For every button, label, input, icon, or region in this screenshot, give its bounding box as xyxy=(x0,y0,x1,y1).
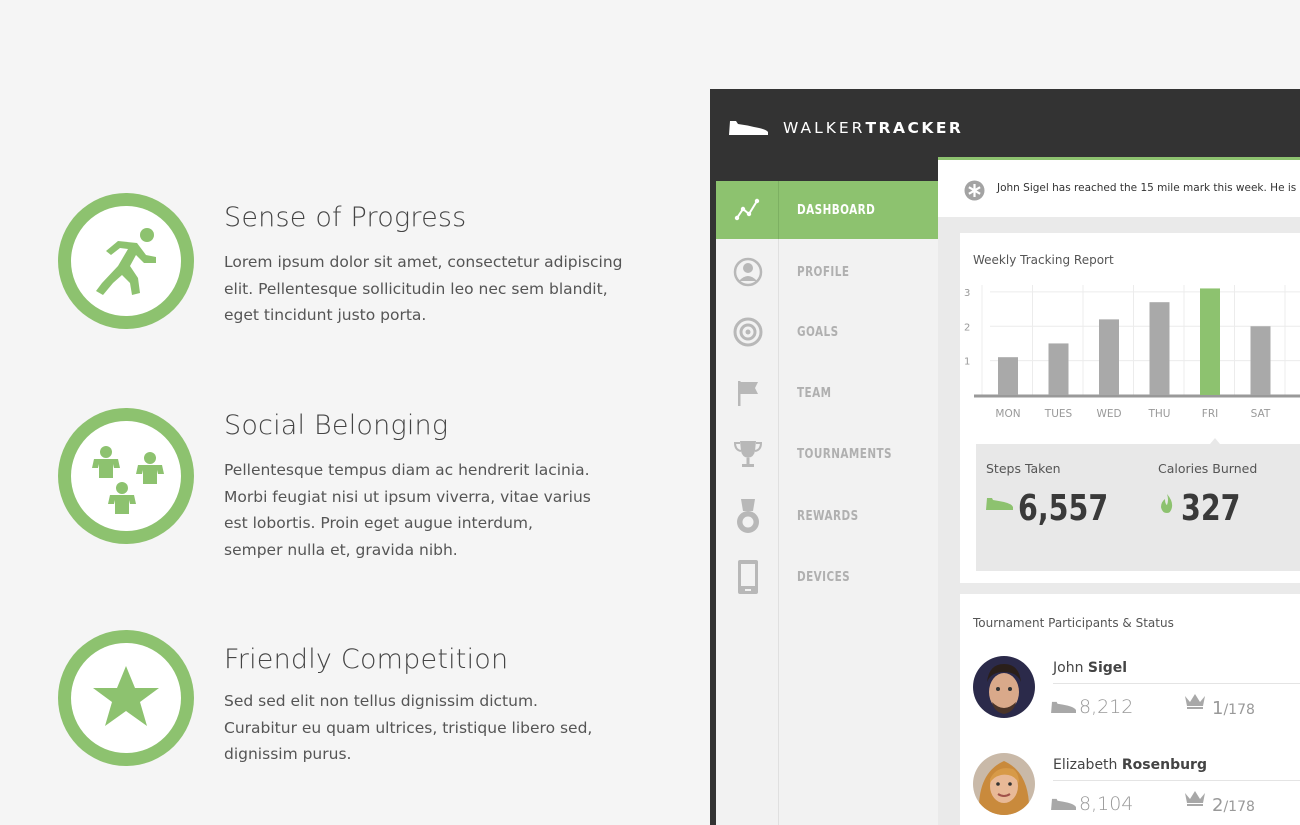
shoe-icon xyxy=(1051,701,1076,713)
bar-fri xyxy=(1200,288,1220,395)
sidebar: DASHBOARD PROFILE GOALS TEAM TOURNAMENTS… xyxy=(716,181,938,825)
nav-label: PROFILE xyxy=(797,264,850,280)
bar-sat xyxy=(1250,326,1271,395)
notification-bar[interactable]: John Sigel has reached the 15 mile mark … xyxy=(938,157,1300,217)
shoe-icon xyxy=(986,498,1013,510)
calories-label: Calories Burned xyxy=(1158,461,1258,476)
stats-panel: Steps Taken 6,557 Calories Burned 327 xyxy=(976,444,1300,571)
calories-value: 327 xyxy=(1181,488,1241,529)
y-tick-label: 1 xyxy=(964,357,970,368)
notification-text: John Sigel has reached the 15 mile mark … xyxy=(997,182,1300,194)
y-tick-label: 2 xyxy=(964,322,970,333)
nav-tournaments[interactable]: TOURNAMENTS xyxy=(716,425,938,483)
bar-thu xyxy=(1149,302,1170,395)
feature-social: Social Belonging Pellentesque tempus dia… xyxy=(58,408,658,559)
phone-icon xyxy=(737,560,758,594)
weekly-report-card: Weekly Tracking Report 1 2 3 MON TUES WED THU F… xyxy=(960,233,1300,583)
runner-icon xyxy=(96,228,156,295)
feature-competition: Friendly Competition Sed sed elit non te… xyxy=(58,630,658,770)
nav-label: REWARDS xyxy=(797,508,859,524)
nav-rewards[interactable]: REWARDS xyxy=(716,487,938,545)
feature-progress: Sense of Progress Lorem ipsum dolor sit … xyxy=(58,193,658,333)
x-tick-label: MON xyxy=(995,408,1020,420)
nav-devices[interactable]: DEVICES xyxy=(716,548,938,606)
main-content: John Sigel has reached the 15 mile mark … xyxy=(938,157,1300,825)
feature-description: Sed sed elit non tellus dignissim dictum… xyxy=(224,692,593,763)
nav-label: TEAM xyxy=(797,385,832,401)
star-icon xyxy=(93,666,159,726)
x-tick-label: WED xyxy=(1096,408,1121,420)
crown-icon xyxy=(1185,694,1205,709)
nav-dashboard[interactable]: DASHBOARD xyxy=(716,181,938,239)
participant-rank: 1/178 xyxy=(1212,698,1255,719)
steps-value: 6,557 xyxy=(1018,488,1109,529)
social-badge xyxy=(58,408,194,544)
shoe-icon xyxy=(1051,798,1076,810)
feature-title: Social Belonging xyxy=(224,410,449,441)
x-tick-label: TUES xyxy=(1044,408,1073,420)
nav-label: GOALS xyxy=(797,324,839,340)
bar-mon xyxy=(998,357,1018,395)
participant-name: John Sigel xyxy=(1053,660,1128,676)
nav-label: DASHBOARD xyxy=(797,202,876,218)
x-tick-label: FRI xyxy=(1202,408,1218,420)
steps-label: Steps Taken xyxy=(986,461,1061,476)
avatar[interactable] xyxy=(973,753,1035,815)
progress-badge xyxy=(58,193,194,329)
people-group-icon xyxy=(92,446,164,514)
shoe-logo-icon xyxy=(729,121,768,135)
bar-wed xyxy=(1099,319,1119,395)
feature-description: Pellentesque tempus diam ac hendrerit la… xyxy=(224,461,591,559)
app-window: WALKERTRACKER DASHBOARD PROFILE GOALS TE… xyxy=(710,89,1300,825)
participant-row[interactable]: John Sigel 8,212 1/178 xyxy=(939,656,1300,746)
flame-icon xyxy=(1161,494,1173,513)
user-icon xyxy=(733,257,762,287)
x-tick-label: THU xyxy=(1148,408,1171,420)
x-tick-label: SAT xyxy=(1251,408,1271,420)
feature-description: Lorem ipsum dolor sit amet, consectetur … xyxy=(224,253,623,324)
app-logo[interactable]: WALKERTRACKER xyxy=(783,119,963,137)
target-icon xyxy=(733,317,762,347)
nav-team[interactable]: TEAM xyxy=(716,364,938,422)
feature-title: Friendly Competition xyxy=(224,644,509,675)
star-badge-icon xyxy=(964,180,985,201)
participant-row[interactable]: Elizabeth Rosenburg 8,104 2/178 xyxy=(939,753,1300,825)
participants-card: Tournament Participants & Status John Si… xyxy=(960,594,1300,825)
medal-icon xyxy=(736,499,759,533)
participant-name: Elizabeth Rosenburg xyxy=(1053,757,1207,773)
participant-steps: 8,212 xyxy=(1079,696,1134,718)
bar-tues xyxy=(1048,343,1069,395)
report-title: Weekly Tracking Report xyxy=(973,253,1114,267)
top-bar: WALKERTRACKER xyxy=(710,89,1300,157)
trophy-icon xyxy=(733,441,762,467)
trend-line-icon xyxy=(734,198,760,221)
crown-icon xyxy=(1185,791,1205,806)
feature-title: Sense of Progress xyxy=(224,202,467,233)
participants-title: Tournament Participants & Status xyxy=(973,616,1174,630)
nav-label: TOURNAMENTS xyxy=(797,446,893,462)
nav-goals[interactable]: GOALS xyxy=(716,303,938,361)
weekly-bar-chart: 123MONTUESWEDTHUFRISATS xyxy=(964,285,1300,420)
nav-profile[interactable]: PROFILE xyxy=(716,243,938,301)
avatar[interactable] xyxy=(973,656,1035,718)
flag-icon xyxy=(737,381,758,406)
competition-badge xyxy=(58,630,194,766)
y-tick-label: 3 xyxy=(964,288,970,299)
nav-label: DEVICES xyxy=(797,569,851,585)
participant-rank: 2/178 xyxy=(1212,795,1255,816)
participant-steps: 8,104 xyxy=(1079,793,1134,815)
